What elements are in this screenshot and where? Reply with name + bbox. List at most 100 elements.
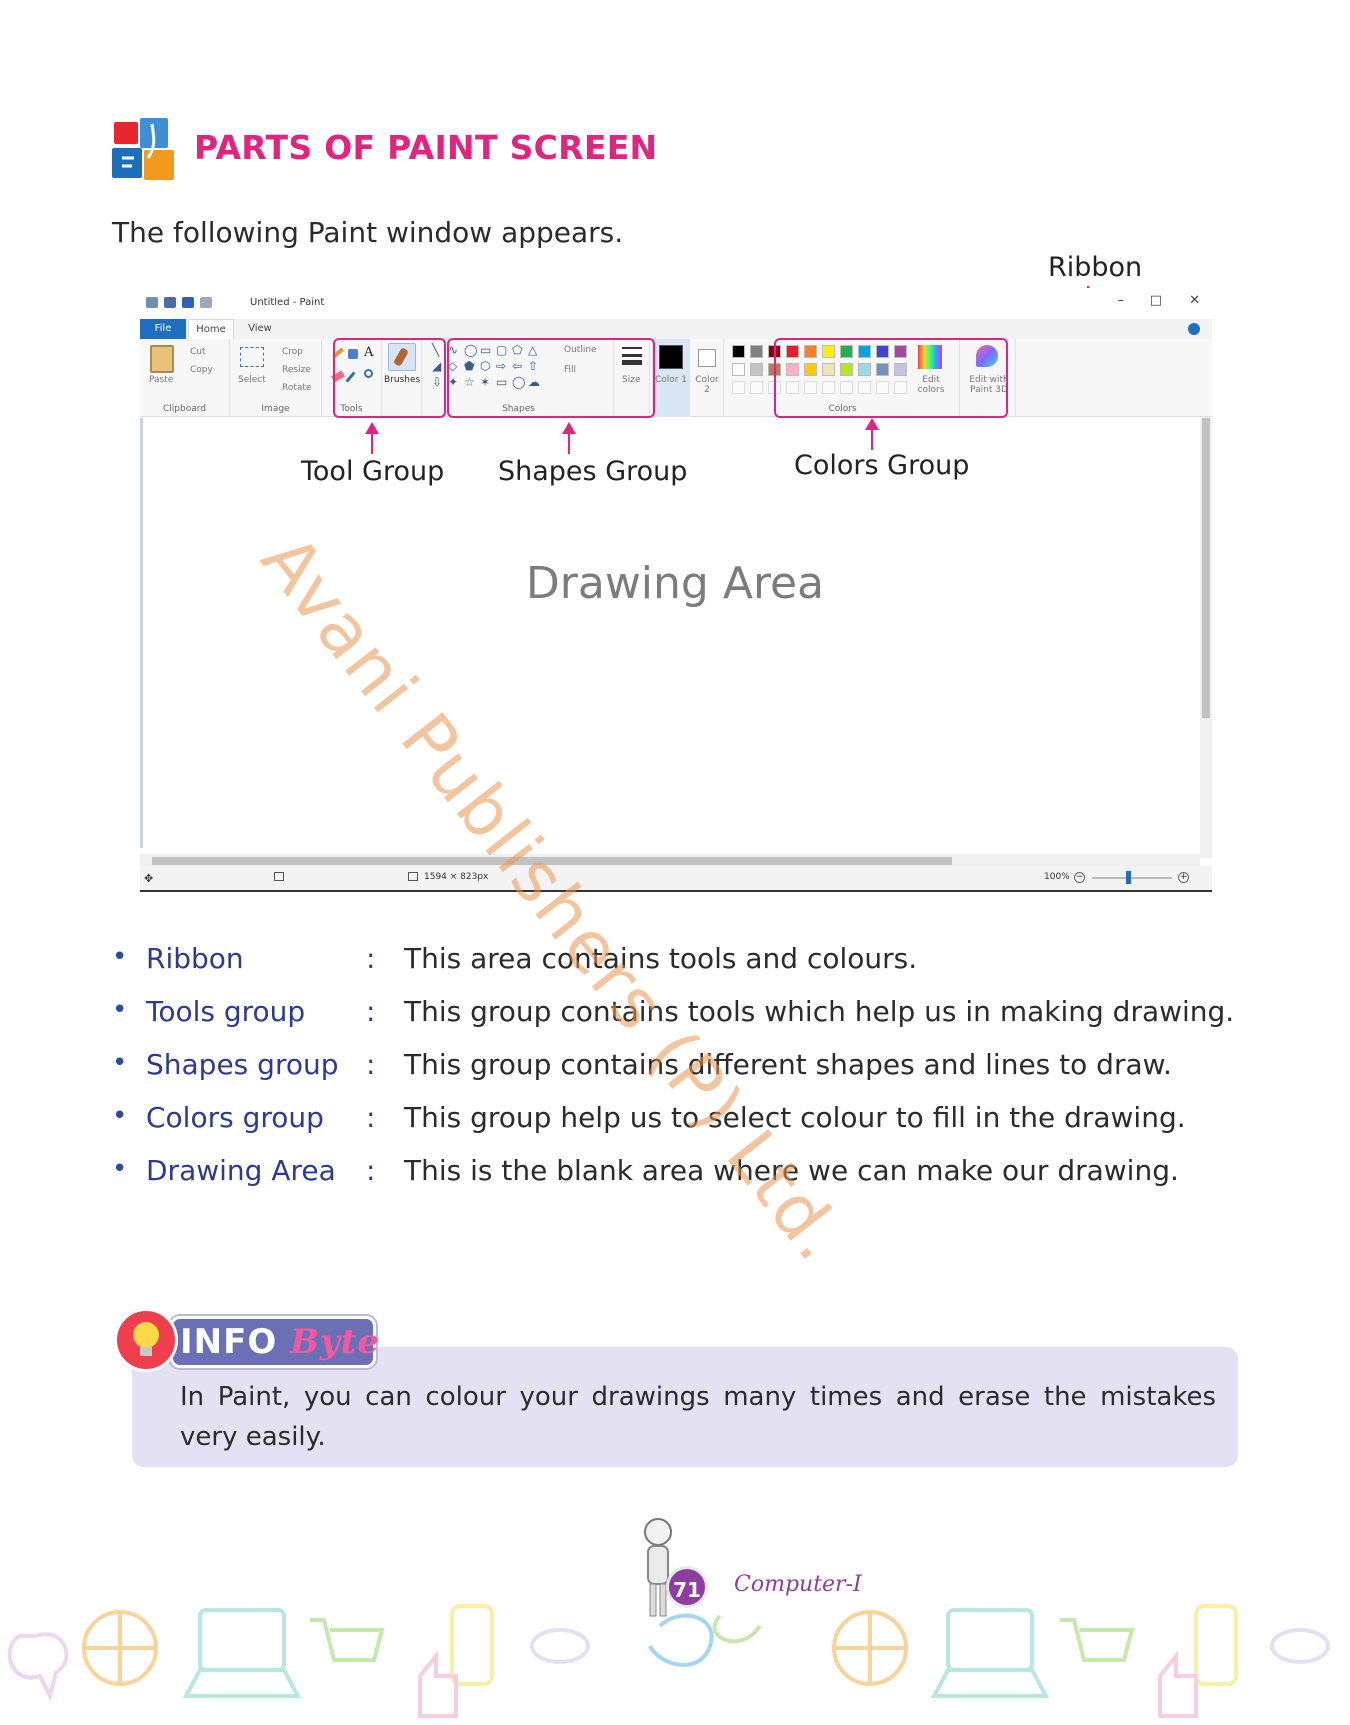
definition-desc: This group contains tools which help us … [404, 995, 1235, 1028]
rotate-button[interactable]: Rotate [282, 383, 311, 393]
zoom-slider[interactable] [1092, 871, 1172, 884]
definition-desc: This group help us to select colour to f… [404, 1101, 1186, 1134]
cart-icon [310, 1618, 385, 1662]
color1-swatch[interactable] [659, 345, 683, 369]
definition-term: Shapes group [146, 1048, 339, 1081]
book-name: Computer-I [734, 1572, 862, 1597]
info-byte-badge: INFO Byte [110, 1304, 379, 1376]
maximize-button[interactable]: □ [1150, 293, 1162, 308]
info-byte-title: INFO Byte [180, 1322, 380, 1362]
info-word: INFO [180, 1322, 278, 1362]
menu-home[interactable]: Home [188, 319, 234, 339]
byte-word: Byte [290, 1322, 380, 1362]
paste-icon[interactable] [150, 345, 174, 373]
status-bar: ✥ 1594 × 823px 100% − + [140, 866, 1212, 890]
intro-text: The following Paint window appears. [112, 216, 624, 249]
selection-size-icon [274, 872, 284, 881]
crop-button[interactable]: Crop [282, 347, 303, 357]
phone-icon [450, 1604, 494, 1686]
definition-row: • Ribbon : This area contains tools and … [112, 942, 1242, 995]
resize-button[interactable]: Resize [282, 365, 311, 375]
color2-group: Color 2 [690, 339, 724, 417]
colors-group-arrow [865, 418, 879, 450]
callout-ribbon: Ribbon [1048, 252, 1143, 283]
color1-group: Color 1 [652, 339, 690, 417]
window-title: Untitled - Paint [250, 297, 325, 308]
definition-desc: This group contains different shapes and… [404, 1048, 1172, 1081]
clipboard-group: Paste Cut Copy Clipboard [140, 339, 230, 417]
cut-button[interactable]: Cut [190, 347, 206, 357]
cart-icon [1060, 1618, 1135, 1662]
laptop-icon [946, 1608, 1034, 1672]
callout-tool-group: Tool Group [301, 456, 445, 487]
help-icon[interactable] [1188, 323, 1200, 335]
image-group: Select Crop Resize Rotate Image [230, 339, 322, 417]
footer-decoration [7, 1604, 1330, 1718]
menu-view[interactable]: View [240, 319, 280, 339]
mouse-icon [1270, 1628, 1330, 1664]
save-icon[interactable] [164, 297, 176, 308]
vertical-scrollbar[interactable] [1200, 418, 1212, 858]
bullet-icon: • [112, 995, 128, 1025]
undo-icon[interactable] [182, 297, 194, 308]
callout-shapes-group: Shapes Group [498, 456, 688, 487]
callout-colors-group: Colors Group [794, 450, 970, 481]
copy-button[interactable]: Copy [190, 365, 213, 375]
select-button[interactable]: Select [238, 375, 266, 385]
bullet-icon: • [112, 1101, 128, 1131]
palette-custom-swatch[interactable] [750, 381, 763, 394]
title-bar: Untitled - Paint – □ ✕ [140, 288, 1212, 318]
definition-term: Colors group [146, 1101, 324, 1134]
laptop-icon [198, 1608, 286, 1672]
select-icon[interactable] [240, 347, 264, 367]
horizontal-scrollbar[interactable] [140, 854, 1200, 866]
lightbulb-icon [114, 1308, 178, 1372]
bullet-icon: • [112, 1048, 128, 1078]
color1-button[interactable]: Color 1 [654, 375, 688, 385]
canvas-dimensions: 1594 × 823px [424, 872, 489, 882]
palette-swatch[interactable] [750, 345, 763, 358]
paint-app-icon [146, 297, 158, 308]
palette-custom-swatch[interactable] [732, 381, 745, 394]
info-byte-text: In Paint, you can colour your drawings m… [180, 1382, 1216, 1452]
tool-group-arrow [365, 422, 379, 454]
drawing-area-label: Drawing Area [525, 558, 825, 609]
page-title: PARTS OF PAINT SCREEN [194, 128, 658, 167]
definition-row: • Drawing Area : This is the blank area … [112, 1154, 1242, 1207]
definition-term: Drawing Area [146, 1154, 336, 1187]
paste-button[interactable]: Paste [149, 375, 173, 385]
image-label: Image [261, 404, 290, 414]
paint-app-logo-icon [112, 118, 174, 180]
bullet-icon: • [112, 942, 128, 972]
palette-swatch[interactable] [732, 363, 745, 376]
zoom-slider-thumb[interactable] [1126, 871, 1131, 884]
definition-term: Ribbon [146, 942, 244, 975]
color2-button[interactable]: Color 2 [692, 375, 722, 395]
definition-colon: : [366, 1048, 376, 1081]
menu-file[interactable]: File [140, 319, 186, 339]
tools-highlight [333, 338, 446, 418]
zoom-level: 100% [1044, 872, 1070, 882]
bullet-icon: • [112, 1154, 128, 1184]
color2-swatch[interactable] [698, 349, 716, 367]
definition-colon: : [366, 995, 376, 1028]
cursor-position-icon: ✥ [144, 872, 154, 885]
close-button[interactable]: ✕ [1189, 293, 1200, 308]
shapes-highlight [447, 338, 655, 418]
mouse-icon [530, 1628, 590, 1664]
thumbs-up-icon [1158, 1650, 1198, 1718]
definition-colon: : [366, 1154, 376, 1187]
ribbon: Paste Cut Copy Clipboard Select Crop Res… [140, 339, 1212, 417]
palette-swatch[interactable] [732, 345, 745, 358]
zoom-out-icon[interactable]: − [1074, 872, 1085, 883]
menu-bar: File Home View [140, 319, 1212, 339]
definition-colon: : [366, 1101, 376, 1134]
clipboard-label: Clipboard [163, 404, 206, 414]
minimize-button[interactable]: – [1118, 293, 1125, 308]
shapes-group-arrow [562, 422, 576, 454]
redo-icon[interactable] [200, 297, 212, 308]
palette-swatch[interactable] [750, 363, 763, 376]
zoom-in-icon[interactable]: + [1178, 872, 1189, 883]
quick-access-toolbar [146, 297, 212, 308]
definition-term: Tools group [146, 995, 306, 1028]
